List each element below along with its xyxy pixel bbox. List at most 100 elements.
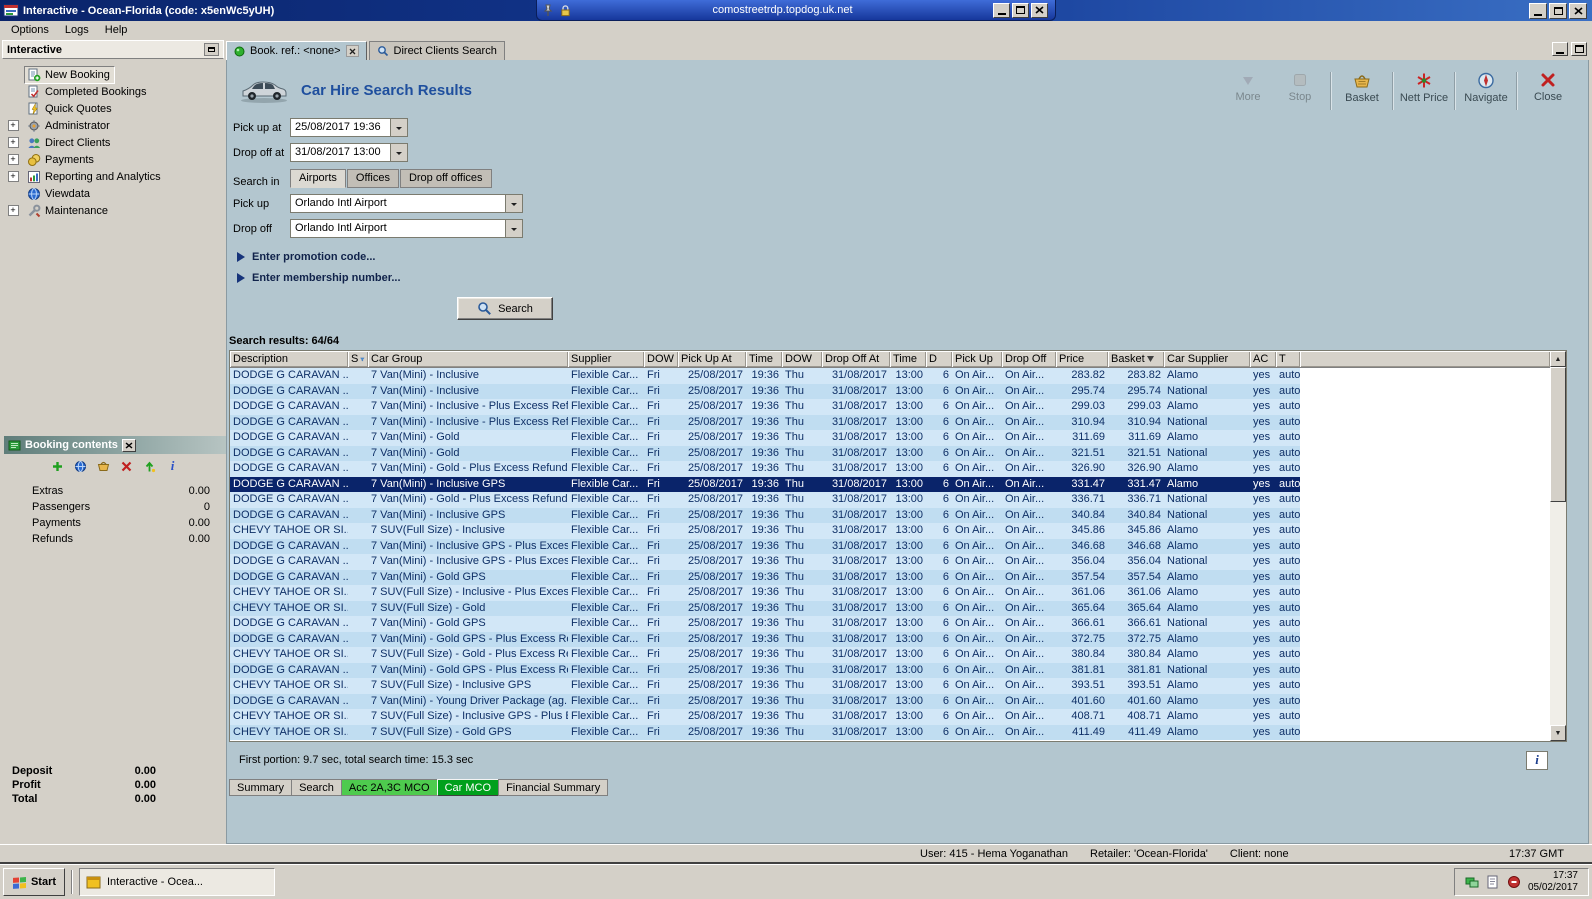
membership-expander[interactable]: Enter membership number...	[237, 272, 1588, 284]
scroll-up-icon[interactable]: ▲	[1550, 351, 1566, 367]
add-extra-button[interactable]	[50, 459, 65, 473]
table-row[interactable]: CHEVY TAHOE OR SI... 7 SUV(Full Size) - …	[230, 678, 1300, 694]
column-header-dropoff-time[interactable]: Time	[890, 351, 926, 368]
taskbar-task-interactive[interactable]: Interactive - Ocea...	[79, 868, 275, 896]
chevron-down-icon[interactable]	[390, 119, 407, 136]
sidebar-item-viewdata[interactable]: Viewdata	[2, 185, 224, 202]
column-header-car-supplier[interactable]: Car Supplier	[1164, 351, 1250, 368]
scrollbar-thumb[interactable]	[1550, 367, 1566, 502]
pin-icon[interactable]	[542, 4, 554, 17]
expand-icon[interactable]: +	[7, 171, 19, 182]
table-scrollbar[interactable]: ▲ ▼	[1550, 351, 1566, 741]
sidebar-item-completed-bookings[interactable]: Completed Bookings	[2, 83, 224, 100]
sidebar-item-reporting-analytics[interactable]: + Reporting and Analytics	[2, 168, 224, 185]
column-header-car-group[interactable]: Car Group	[368, 351, 568, 368]
expand-icon[interactable]: +	[7, 120, 19, 131]
nett-price-button[interactable]: Nett Price	[1398, 70, 1450, 104]
dropoff-location-combo[interactable]: Orlando Intl Airport	[290, 219, 523, 238]
promo-code-expander[interactable]: Enter promotion code...	[237, 251, 1588, 263]
column-header-dropoff-at[interactable]: Drop Off At	[822, 351, 890, 368]
close-button[interactable]	[1569, 2, 1587, 19]
tab-acc-mco[interactable]: Acc 2A,3C MCO	[340, 779, 438, 796]
column-header-pickup-at[interactable]: Pick Up At	[678, 351, 746, 368]
minimize-button[interactable]	[1529, 2, 1547, 19]
column-header-pickup-time[interactable]: Time	[746, 351, 782, 368]
column-header-supplier[interactable]: Supplier	[568, 351, 644, 368]
collapse-panel-button[interactable]	[204, 43, 219, 56]
start-button[interactable]: Start	[3, 868, 65, 896]
dropoff-datetime-combo[interactable]: 31/08/2017 13:00	[290, 143, 408, 162]
column-header-days[interactable]: D	[926, 351, 952, 368]
table-row[interactable]: DODGE G CARAVAN ... 7 Van(Mini) - Gold G…	[230, 569, 1300, 585]
tray-document-icon[interactable]	[1486, 875, 1500, 889]
chevron-down-icon[interactable]	[505, 220, 522, 237]
table-row[interactable]: DODGE G CARAVAN ... 7 Van(Mini) - Young …	[230, 693, 1300, 709]
menu-options[interactable]: Options	[3, 23, 57, 37]
globe-button[interactable]	[73, 459, 88, 473]
table-row[interactable]: DODGE G CARAVAN ... 7 Van(Mini) - Inclus…	[230, 507, 1300, 523]
tray-alert-icon[interactable]	[1507, 875, 1521, 889]
expand-icon[interactable]: +	[7, 137, 19, 148]
table-row[interactable]: DODGE G CARAVAN ... 7 Van(Mini) - Gold G…	[230, 662, 1300, 678]
search-button[interactable]: Search	[457, 297, 553, 320]
delete-button[interactable]	[119, 459, 134, 473]
restore-button[interactable]	[1549, 2, 1567, 19]
column-header-dow-pickup[interactable]: DOW	[644, 351, 678, 368]
expand-icon[interactable]: +	[7, 154, 19, 165]
sidebar-item-payments[interactable]: + Payments	[2, 151, 224, 168]
tray-network-icon[interactable]	[1465, 875, 1479, 889]
scroll-down-icon[interactable]: ▼	[1550, 725, 1566, 741]
pickup-location-combo[interactable]: Orlando Intl Airport	[290, 194, 523, 213]
rdp-minimize-button[interactable]	[993, 2, 1010, 18]
navigate-button[interactable]: Navigate	[1460, 70, 1512, 104]
sidebar-item-quick-quotes[interactable]: Quick Quotes	[2, 100, 224, 117]
booking-contents-close-button[interactable]	[121, 438, 136, 452]
panel-minimize-button[interactable]	[1552, 42, 1568, 56]
tab-direct-clients-search[interactable]: Direct Clients Search	[368, 41, 505, 60]
table-row[interactable]: DODGE G CARAVAN ... 7 Van(Mini) - Gold G…	[230, 616, 1300, 632]
tab-summary[interactable]: Summary	[229, 779, 293, 796]
table-row[interactable]: DODGE G CARAVAN ... 7 Van(Mini) - Gold G…	[230, 631, 1300, 647]
pickup-datetime-combo[interactable]: 25/08/2017 19:36	[290, 118, 408, 137]
table-row[interactable]: DODGE G CARAVAN ... 7 Van(Mini) - Gold -…	[230, 461, 1300, 477]
menu-help[interactable]: Help	[97, 23, 136, 37]
more-button[interactable]: More	[1222, 70, 1274, 103]
column-header-pickup-loc[interactable]: Pick Up	[952, 351, 1002, 368]
table-row[interactable]: DODGE G CARAVAN ... 7 Van(Mini) - Inclus…	[230, 414, 1300, 430]
tab-close-icon[interactable]	[345, 45, 359, 57]
table-row[interactable]: CHEVY TAHOE OR SI... 7 SUV(Full Size) - …	[230, 523, 1300, 539]
close-view-button[interactable]: Close	[1522, 70, 1574, 103]
expand-icon[interactable]: +	[7, 205, 19, 216]
column-header-basket[interactable]: Basket	[1108, 351, 1164, 368]
column-header-ac[interactable]: AC	[1250, 351, 1276, 368]
rdp-close-button[interactable]	[1031, 2, 1048, 18]
menu-logs[interactable]: Logs	[57, 23, 97, 37]
table-row[interactable]: DODGE G CARAVAN ... 7 Van(Mini) - Inclus…	[230, 399, 1300, 415]
tab-search[interactable]: Search	[291, 779, 342, 796]
chevron-down-icon[interactable]	[390, 144, 407, 161]
tab-offices[interactable]: Offices	[346, 169, 399, 188]
chevron-down-icon[interactable]	[505, 195, 522, 212]
table-row[interactable]: CHEVY TAHOE OR SI... 7 SUV(Full Size) - …	[230, 709, 1300, 725]
table-row[interactable]: CHEVY TAHOE OR SI... 7 SUV(Full Size) - …	[230, 585, 1300, 601]
table-row[interactable]: DODGE G CARAVAN ... 7 Van(Mini) - Gold F…	[230, 445, 1300, 461]
column-header-s[interactable]: S	[348, 351, 368, 368]
list-item[interactable]: Payments 0.00	[4, 515, 226, 531]
panel-restore-button[interactable]	[1571, 42, 1587, 56]
table-row[interactable]: DODGE G CARAVAN ... 7 Van(Mini) - Inclus…	[230, 538, 1300, 554]
list-item[interactable]: Refunds 0.00	[4, 531, 226, 547]
column-header-description[interactable]: Description	[230, 351, 348, 368]
tab-car-mco[interactable]: Car MCO	[436, 779, 500, 796]
tab-dropoff-offices[interactable]: Drop off offices	[399, 169, 492, 188]
table-row[interactable]: DODGE G CARAVAN ... 7 Van(Mini) - Gold -…	[230, 492, 1300, 508]
table-row[interactable]: DODGE G CARAVAN ... 7 Van(Mini) - Inclus…	[230, 476, 1300, 492]
stop-button[interactable]: Stop	[1274, 70, 1326, 103]
column-header-t[interactable]: T	[1276, 351, 1300, 368]
tab-financial-summary[interactable]: Financial Summary	[498, 779, 609, 796]
table-row[interactable]: CHEVY TAHOE OR SI... 7 SUV(Full Size) - …	[230, 724, 1300, 740]
sidebar-item-direct-clients[interactable]: + Direct Clients	[2, 134, 224, 151]
table-row[interactable]: DODGE G CARAVAN ... 7 Van(Mini) - Inclus…	[230, 383, 1300, 399]
table-row[interactable]: CHEVY TAHOE OR SI... 7 SUV(Full Size) - …	[230, 647, 1300, 663]
table-row[interactable]: CHEVY TAHOE OR SI... 7 SUV(Full Size) - …	[230, 600, 1300, 616]
sidebar-item-new-booking[interactable]: New Booking	[2, 65, 224, 84]
